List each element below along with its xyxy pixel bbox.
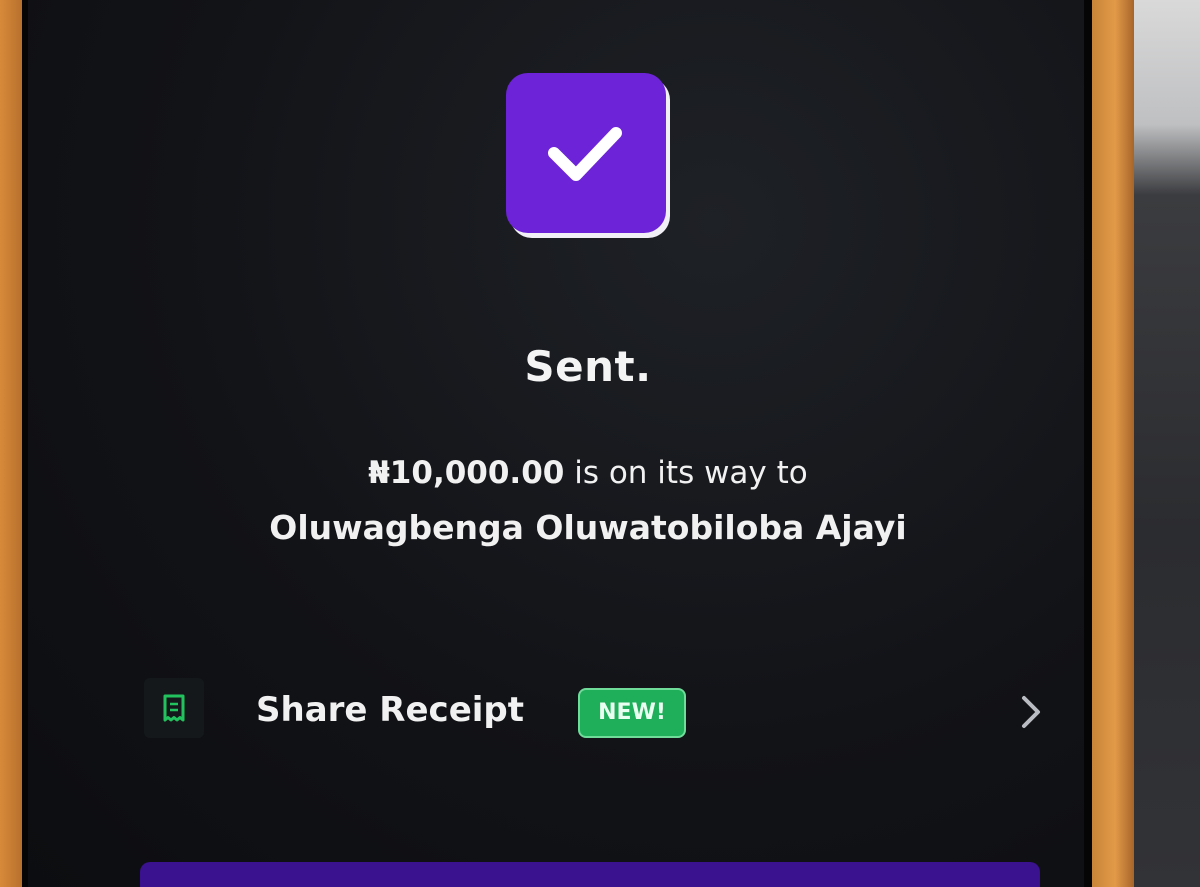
chevron-right-icon: [1022, 696, 1040, 728]
phone-screen: Sent. ₦10,000.00 is on its way to Oluwag…: [22, 0, 1092, 887]
phone-case-left: [0, 0, 22, 887]
recipient-name: Oluwagbenga Oluwatobiloba Ajayi: [269, 508, 907, 547]
success-badge: [506, 73, 666, 233]
share-receipt-row[interactable]: Share Receipt NEW!: [140, 672, 1060, 756]
photo-scene: Sent. ₦10,000.00 is on its way to Oluwag…: [0, 0, 1200, 887]
transfer-amount: ₦10,000.00: [368, 455, 565, 491]
share-receipt-label: Share Receipt: [256, 690, 524, 730]
checkmark-icon: [548, 127, 622, 181]
receipt-icon: [144, 678, 204, 738]
background-surface: [1134, 0, 1200, 887]
new-badge: NEW!: [578, 688, 686, 738]
phone-case-right: [1092, 0, 1134, 887]
transfer-message-suffix: is on its way to: [564, 455, 808, 491]
transfer-message: ₦10,000.00 is on its way to: [28, 455, 1148, 491]
primary-action-button[interactable]: [140, 862, 1040, 887]
status-title: Sent.: [524, 342, 652, 391]
